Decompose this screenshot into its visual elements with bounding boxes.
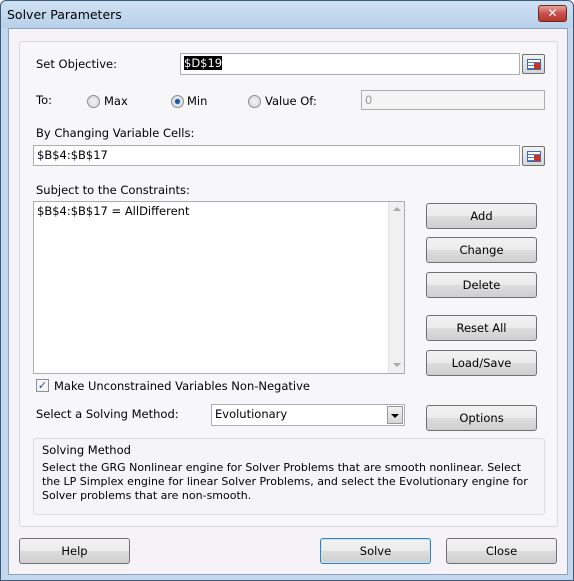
chevron-down-icon[interactable] [387,406,403,424]
to-label: To: [36,93,52,107]
add-button[interactable]: Add [426,203,537,229]
dialog-title: Solver Parameters [7,7,122,22]
solving-method-info: Solving Method Select the GRG Nonlinear … [33,438,545,515]
changing-cells-label: By Changing Variable Cells: [36,126,195,140]
min-radio[interactable] [171,95,184,108]
min-label: Min [187,94,208,108]
help-button[interactable]: Help [19,538,130,564]
solve-button[interactable]: Solve [320,538,431,564]
options-button[interactable]: Options [426,405,537,431]
objective-value: $D$19 [184,56,223,70]
value-of-label: Value Of: [265,94,317,108]
solving-method-value: Evolutionary [215,407,288,421]
value-of-radio[interactable] [248,95,261,108]
changing-cells-input[interactable]: $B$4:$B$17 [33,145,520,166]
solving-method-label: Select a Solving Method: [36,407,179,421]
set-objective-input[interactable]: $D$19 [180,53,520,75]
solving-method-select[interactable]: Evolutionary [211,404,405,426]
scroll-down-icon[interactable] [393,363,401,367]
dialog-body: Set Objective: $D$19 To: Max Min Value O… [8,28,568,575]
value-of-input[interactable]: 0 [361,90,545,110]
set-objective-label: Set Objective: [36,57,117,71]
objective-ref-button[interactable] [522,54,545,74]
nonneg-checkbox[interactable]: ✓ [36,379,49,392]
constraints-scrollbar[interactable] [388,202,404,373]
constraints-label: Subject to the Constraints: [36,183,190,197]
info-text: Select the GRG Nonlinear engine for Solv… [42,461,528,502]
constraints-list[interactable]: $B$4:$B$17 = AllDifferent [33,201,405,374]
max-radio[interactable] [87,95,100,108]
changing-cells-ref-button[interactable] [522,146,545,166]
scroll-up-icon[interactable] [393,207,401,211]
reset-all-button[interactable]: Reset All [426,315,537,341]
close-window-button[interactable]: ✕ [538,5,567,22]
max-label: Max [104,94,128,108]
close-icon: ✕ [547,6,558,20]
constraint-item[interactable]: $B$4:$B$17 = AllDifferent [34,202,404,220]
change-button[interactable]: Change [426,237,537,263]
load-save-button[interactable]: Load/Save [426,350,537,376]
delete-button[interactable]: Delete [426,272,537,298]
solver-parameters-dialog: Solver Parameters ✕ Set Objective: $D$19… [0,0,574,581]
close-button[interactable]: Close [446,538,557,564]
info-title: Solving Method [42,443,131,457]
nonneg-label: Make Unconstrained Variables Non-Negativ… [54,379,310,393]
